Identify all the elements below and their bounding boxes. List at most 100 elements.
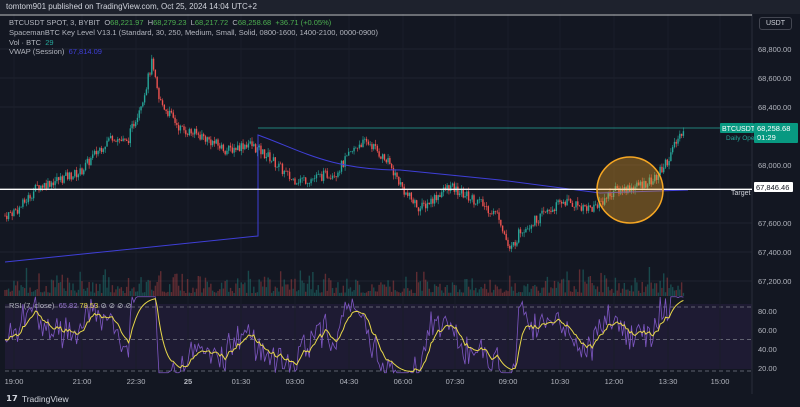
volume-bar (521, 292, 524, 296)
candle (235, 147, 237, 151)
candle (249, 141, 251, 144)
candle (186, 134, 189, 136)
volume-bar (609, 290, 611, 296)
volume-bar (120, 287, 123, 296)
volume-bar (355, 279, 357, 296)
volume-bar (339, 292, 341, 296)
volume-bar (682, 292, 685, 296)
candle (262, 149, 264, 155)
price-chart[interactable]: 68,800.00 68,600.00 68,400.00 68,000.00 67,6… (0, 14, 800, 394)
volume-bar (464, 279, 466, 296)
candle (66, 172, 69, 180)
volume-bar (269, 279, 271, 296)
volume-bar (401, 291, 404, 296)
candle (475, 203, 477, 205)
candle (7, 212, 10, 220)
volume-bar (390, 291, 393, 296)
volume-bar (475, 287, 477, 296)
volume-bar (510, 286, 513, 296)
candle (65, 172, 67, 176)
tradingview-logo[interactable]: 𝟭𝟳 TradingView (6, 393, 69, 404)
volume-bar (616, 290, 618, 296)
candle (131, 123, 133, 129)
volume-bar (172, 277, 174, 296)
volume-bar (299, 270, 302, 296)
volume-bar (496, 286, 498, 296)
candle (15, 209, 17, 211)
candle (387, 158, 389, 163)
vwap-legend[interactable]: VWAP (Session) 67,814.09 (9, 47, 102, 56)
candle (378, 151, 380, 157)
candle (45, 183, 47, 189)
daily-open-label: Daily Open (726, 135, 759, 142)
candle (52, 182, 55, 186)
volume-bar (340, 292, 343, 296)
publish-header: tomtom901 published on TradingView.com, … (0, 0, 800, 14)
rsi-legend[interactable]: RSI (7, close) 65.82 78.53 ⊘ ⊘ ⊘ ⊘ (9, 301, 132, 310)
volume-bar (537, 290, 540, 296)
volume-bar (74, 290, 76, 296)
volume-bar (673, 290, 676, 296)
candle (546, 209, 549, 213)
time-axis-tick: 10:30 (551, 377, 570, 386)
volume-bar (83, 288, 85, 296)
high-value: 68,279.23 (153, 18, 187, 27)
volume-bar (265, 287, 268, 296)
volume-bar (136, 291, 139, 296)
candle (450, 185, 452, 191)
volume-bar (643, 292, 645, 296)
volume-bar (518, 291, 520, 296)
candle (226, 150, 228, 155)
volume-bar (677, 285, 679, 296)
volume-bar (9, 291, 12, 296)
candle (467, 191, 470, 201)
candle (596, 204, 599, 208)
candle (492, 211, 495, 214)
volume-bar (7, 288, 10, 296)
candle (435, 195, 438, 201)
volume-bar (93, 292, 96, 296)
indicator-legend[interactable]: SpacemanBTC Key Level V13.1 (Standard, 3… (9, 28, 378, 37)
volume-bar (416, 271, 418, 296)
candle (525, 228, 527, 233)
candle (41, 185, 44, 188)
volume-bar (331, 288, 334, 296)
volume-bar (593, 285, 595, 296)
currency-button[interactable]: USDT (758, 17, 792, 30)
volume-bar (258, 279, 260, 296)
target-label: Target (731, 190, 751, 197)
candle (143, 95, 146, 103)
volume-bar (100, 292, 103, 296)
volume-bar (648, 266, 651, 296)
candle (267, 152, 269, 157)
volume-legend[interactable]: Vol · BTC 29 (9, 38, 54, 47)
volume-bar (446, 285, 448, 296)
candle (398, 176, 400, 185)
volume-bar (560, 279, 563, 296)
volume-bar (482, 288, 484, 296)
candle (299, 178, 302, 183)
candle (319, 174, 321, 175)
candle (276, 167, 278, 168)
time-axis-tick: 04:30 (340, 377, 359, 386)
candle (510, 245, 513, 249)
volume-bar (253, 286, 255, 296)
volume-bar (562, 278, 565, 296)
candle (84, 162, 87, 171)
volume-bar (31, 291, 33, 296)
volume-bar (36, 289, 38, 296)
volume-bar (145, 281, 148, 296)
volume-bar (505, 290, 507, 296)
volume-bar (202, 288, 205, 296)
candle (77, 174, 80, 178)
volume-bar (208, 287, 210, 296)
candle (93, 150, 96, 155)
volume-bar (659, 280, 661, 296)
candle (487, 206, 489, 214)
volume-bar (466, 278, 468, 296)
volume-bar (163, 291, 166, 296)
volume-bar (543, 287, 545, 296)
candle (181, 125, 183, 127)
candle (86, 158, 89, 163)
volume-bar (16, 281, 19, 296)
